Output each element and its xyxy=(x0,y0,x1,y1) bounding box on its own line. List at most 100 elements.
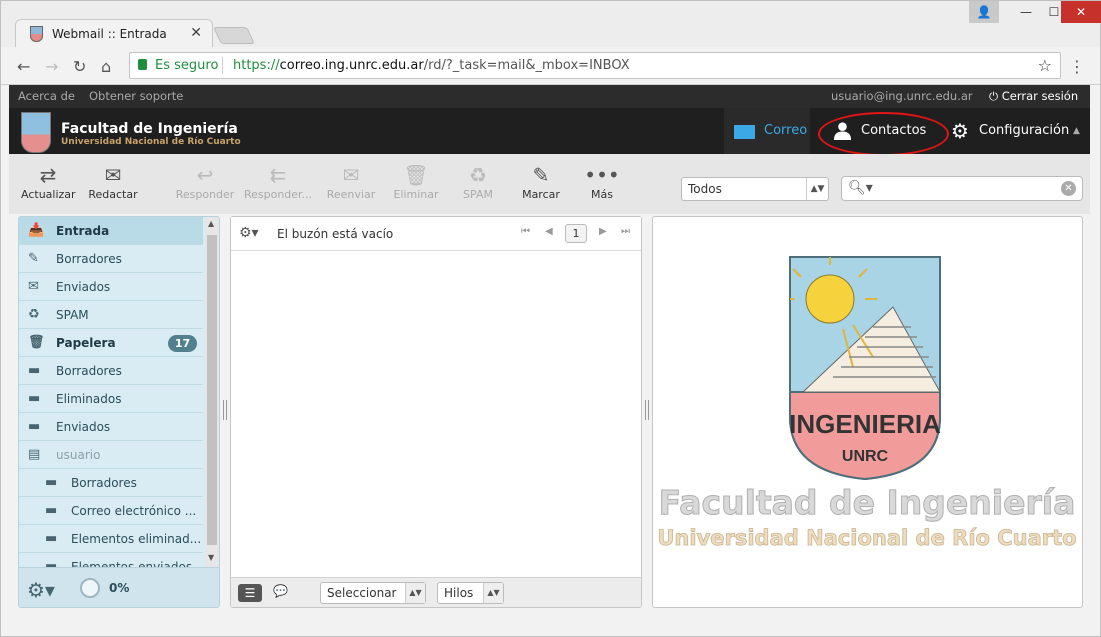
folder-settings-icon[interactable]: ⚙▾ xyxy=(27,578,55,602)
splitter-right-handle[interactable] xyxy=(645,400,649,420)
unread-count-badge: 17 xyxy=(168,335,197,352)
refresh-button[interactable]: ⇄ Actualizar xyxy=(21,162,76,201)
threads-dropdown[interactable]: Hilos ▲▼ xyxy=(437,582,504,604)
trash-icon: 🗑 xyxy=(403,163,429,187)
threads-label: Hilos xyxy=(444,586,474,600)
gear-icon: ⚙ xyxy=(951,119,969,143)
forward-icon[interactable]: → xyxy=(45,57,58,76)
folder-label: Elementos eliminad... xyxy=(71,532,202,546)
preview-panel: INGENIERIA UNRC Facultad de Ingeniería U… xyxy=(652,216,1083,608)
refresh-label: Actualizar xyxy=(21,188,76,201)
search-icon[interactable]: 🔍︎▾ xyxy=(848,180,873,196)
url-path: /rd/?_task=mail&_mbox=INBOX xyxy=(423,58,630,73)
first-page-icon[interactable]: ⏮ xyxy=(521,226,530,237)
folder-icon: ▬ xyxy=(28,363,41,378)
reply-icon: ↩ xyxy=(196,163,214,187)
scroll-thumb[interactable] xyxy=(207,235,217,545)
tab-title: Webmail :: Entrada xyxy=(52,27,167,41)
folder-item[interactable]: ▬ Borradores xyxy=(19,469,203,497)
message-list-footer: ☰ 💬 Seleccionar ▲▼ Hilos ▲▼ xyxy=(231,577,641,607)
search-input[interactable]: 🔍︎▾ ✕ xyxy=(841,176,1083,201)
list-view-icon[interactable]: ☰ xyxy=(238,584,262,602)
recycle-icon: ♻ xyxy=(469,163,487,187)
back-icon[interactable]: ← xyxy=(17,57,30,76)
folder-item[interactable]: ▤ usuario xyxy=(19,441,203,469)
reply-all-button[interactable]: ⇇ Responder... xyxy=(243,162,313,201)
compose-button[interactable]: ✉ Redactar xyxy=(85,162,141,201)
marker-icon: ✎ xyxy=(532,163,550,187)
scroll-up-icon[interactable]: ▲ xyxy=(208,219,214,228)
reply-button[interactable]: ↩ Responder xyxy=(173,162,237,201)
select-dropdown[interactable]: Seleccionar ▲▼ xyxy=(320,582,426,604)
username: usuario@ing.unrc.edu.ar xyxy=(831,89,973,103)
minimize-button[interactable]: — xyxy=(1011,1,1041,23)
folder-item[interactable]: ✎ Borradores xyxy=(19,245,203,273)
close-window-button[interactable]: ✕ xyxy=(1061,1,1101,23)
about-link[interactable]: Acerca de xyxy=(18,89,75,103)
folder-item[interactable]: ▬ Correo electrónico ... xyxy=(19,497,203,525)
close-tab-icon[interactable]: ✕ xyxy=(190,25,202,41)
page-number: 1 xyxy=(565,224,587,243)
forward-icon: ✉ xyxy=(342,163,360,187)
folder-item[interactable]: 📥 Entrada xyxy=(19,217,203,245)
list-options-icon[interactable]: ⚙▾ xyxy=(239,225,259,241)
folder-label: Enviados xyxy=(56,280,111,294)
folder-scrollbar[interactable]: ▲ ▼ xyxy=(205,217,219,567)
folder-item[interactable]: ▬ Elementos eliminad... xyxy=(19,525,203,553)
logo-line1: Facultad de Ingeniería xyxy=(659,483,1076,522)
message-list-header: ⚙▾ El buzón está vacío ⏮ ◀ 1 ▶ ⏭ xyxy=(231,217,641,251)
home-icon[interactable]: ⌂ xyxy=(101,57,111,76)
next-page-icon[interactable]: ▶ xyxy=(599,226,607,237)
secure-label: Es seguro xyxy=(155,58,219,73)
folder-label: Borradores xyxy=(56,252,122,266)
message-list-panel: ⚙▾ El buzón está vacío ⏮ ◀ 1 ▶ ⏭ ☰ 💬 Sel… xyxy=(230,216,642,608)
prev-page-icon[interactable]: ◀ xyxy=(545,226,553,237)
folder-item[interactable]: ✉ Enviados xyxy=(19,273,203,301)
browser-tab[interactable]: Webmail :: Entrada ✕ xyxy=(15,19,213,48)
recycle-icon: ♻ xyxy=(28,307,40,322)
folder-item[interactable]: ▬ Borradores xyxy=(19,357,203,385)
envelope-icon xyxy=(734,125,755,139)
folder-stack-icon: ▤ xyxy=(28,447,41,462)
reply-all-label: Responder... xyxy=(243,188,313,201)
task-mail-button[interactable]: Correo xyxy=(724,108,810,154)
highlight-ellipse xyxy=(818,112,949,156)
folder-footer: ⚙▾ 0% xyxy=(19,567,219,607)
scroll-down-icon[interactable]: ▼ xyxy=(208,553,214,562)
forward-button[interactable]: ✉ Reenviar xyxy=(324,162,378,201)
folder-item[interactable]: ▬ Enviados xyxy=(19,413,203,441)
support-link[interactable]: Obtener soporte xyxy=(89,89,183,103)
task-settings-button[interactable]: ⚙ Configuración xyxy=(941,108,1081,154)
splitter-left-handle[interactable] xyxy=(223,400,227,420)
folder-list-panel: 📥 Entrada ✎ Borradores ✉ Enviados ♻ SPAM 🗑 Papele… xyxy=(18,216,220,608)
folder-label: Borradores xyxy=(71,476,137,490)
task-more-icon[interactable]: ▲ xyxy=(1073,108,1080,154)
clear-search-icon[interactable]: ✕ xyxy=(1061,181,1076,196)
compose-icon: ✉ xyxy=(104,163,122,187)
shield-sub: UNRC xyxy=(842,448,889,465)
folder-label: Borradores xyxy=(56,364,122,378)
logout-link[interactable]: ⏻ Cerrar sesión xyxy=(989,89,1078,104)
folder-icon: ▬ xyxy=(45,475,58,490)
folder-item[interactable]: ♻ SPAM xyxy=(19,301,203,329)
address-input[interactable]: Es seguro https://correo.ing.unrc.edu.ar… xyxy=(129,52,1061,79)
last-page-icon[interactable]: ⏭ xyxy=(621,226,630,237)
new-tab-button[interactable] xyxy=(213,27,255,44)
reply-all-icon: ⇇ xyxy=(269,163,287,187)
brand-title: Facultad de Ingeniería xyxy=(61,121,238,137)
threads-view-icon[interactable]: 💬 xyxy=(273,584,288,598)
search-filter-select[interactable]: Todos ▲▼ xyxy=(681,177,829,201)
mark-button[interactable]: ✎ Marcar xyxy=(517,162,565,201)
more-label: Más xyxy=(591,188,613,201)
folder-item[interactable]: 🗑 Papelera 17 xyxy=(19,329,203,357)
folder-label: Enviados xyxy=(56,420,111,434)
reload-icon[interactable]: ↻ xyxy=(73,57,86,76)
more-button[interactable]: ••• Más xyxy=(583,162,621,201)
profile-icon[interactable]: 👤 xyxy=(969,1,999,23)
folder-item[interactable]: ▬ Eliminados xyxy=(19,385,203,413)
spam-button[interactable]: ♻ SPAM xyxy=(457,162,499,201)
browser-menu-icon[interactable]: ⋮ xyxy=(1069,57,1085,76)
bookmark-star-icon[interactable]: ☆ xyxy=(1038,56,1052,75)
folder-label: Entrada xyxy=(56,224,110,238)
delete-button[interactable]: 🗑 Eliminar xyxy=(390,162,442,201)
